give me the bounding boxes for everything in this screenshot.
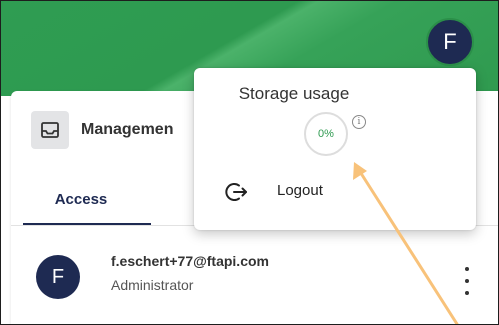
tab-access-label: Access [54, 190, 108, 208]
info-icon[interactable]: i [352, 115, 366, 129]
app-frame: F Managemen Access F f.eschert+77@ftapi.… [0, 0, 499, 325]
app-title: Managemen [81, 121, 174, 138]
profile-avatar-button[interactable]: F [426, 18, 474, 66]
user-role: Administrator [111, 277, 194, 293]
storage-usage-percent: 0% [318, 128, 334, 140]
account-menu-popover: Storage usage 0% i Logout [194, 68, 476, 230]
more-options-icon[interactable] [457, 267, 477, 295]
user-avatar: F [36, 255, 80, 299]
storage-usage-gauge: 0% [304, 112, 348, 156]
profile-initial: F [443, 29, 457, 54]
logout-menu-item[interactable]: Logout [204, 172, 466, 212]
info-glyph: i [357, 117, 361, 127]
storage-usage-title: Storage usage [238, 84, 350, 103]
user-email: f.eschert+77@ftapi.com [111, 253, 269, 269]
user-initial: F [51, 265, 65, 288]
user-list-item[interactable]: F f.eschert+77@ftapi.com Administrator [11, 241, 498, 311]
inbox-tray-icon [31, 111, 69, 149]
tab-access[interactable]: Access [11, 173, 151, 225]
logout-icon [225, 183, 247, 201]
logout-label: Logout [277, 182, 323, 199]
